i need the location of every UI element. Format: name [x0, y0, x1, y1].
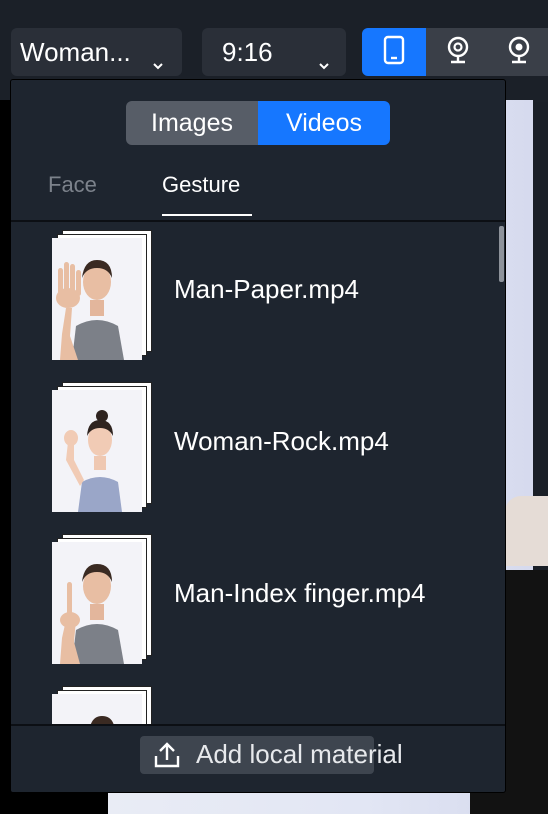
- material-select-value: Woman...: [20, 36, 131, 67]
- webcam-device-button[interactable]: [426, 28, 490, 76]
- active-tab-indicator: [162, 214, 252, 216]
- footer-divider: [11, 724, 505, 726]
- tab-images[interactable]: Images: [126, 101, 258, 145]
- upload-icon: [152, 740, 182, 775]
- webcam-device-button-2[interactable]: [490, 28, 548, 76]
- list-item[interactable]: Man-Paper.mp4: [11, 222, 505, 374]
- aspect-ratio-select[interactable]: 9:16: [202, 28, 346, 76]
- video-thumbnail: [52, 534, 154, 666]
- aspect-ratio-value: 9:16: [222, 36, 273, 67]
- tab-videos[interactable]: Videos: [258, 101, 390, 145]
- tab-gesture[interactable]: Gesture: [162, 172, 240, 198]
- item-name: Man-Paper.mp4: [174, 274, 359, 304]
- video-thumbnail: [52, 382, 154, 514]
- phone-icon: [383, 35, 405, 70]
- material-select[interactable]: Woman...: [11, 28, 182, 76]
- media-type-switch: Images Videos: [126, 101, 390, 145]
- preview-person-neck: [505, 496, 548, 566]
- material-list: Man-Paper.mp4 Woman-Rock.mp4 Man-Index f…: [11, 222, 505, 724]
- chevron-down-icon: [318, 47, 330, 78]
- material-dropdown-panel: Images Videos Face Gesture Man-Paper.mp4…: [10, 79, 506, 793]
- item-name: Woman-Rock.mp4: [174, 426, 389, 456]
- video-thumbnail: [52, 230, 154, 362]
- list-item[interactable]: Woman-Rock.mp4: [11, 374, 505, 526]
- add-local-material-button[interactable]: Add local material: [140, 736, 403, 775]
- list-item[interactable]: [11, 678, 505, 724]
- webcam-icon: [507, 36, 531, 69]
- chevron-down-icon: [152, 47, 164, 78]
- list-item[interactable]: Man-Index finger.mp4: [11, 526, 505, 678]
- tab-face[interactable]: Face: [48, 172, 97, 198]
- list-scrollbar[interactable]: [499, 226, 504, 282]
- webcam-icon: [446, 36, 470, 69]
- video-thumbnail: [52, 686, 154, 724]
- add-local-material-label: Add local material: [196, 739, 403, 769]
- phone-device-button[interactable]: [362, 28, 426, 76]
- item-name: Man-Index finger.mp4: [174, 578, 426, 608]
